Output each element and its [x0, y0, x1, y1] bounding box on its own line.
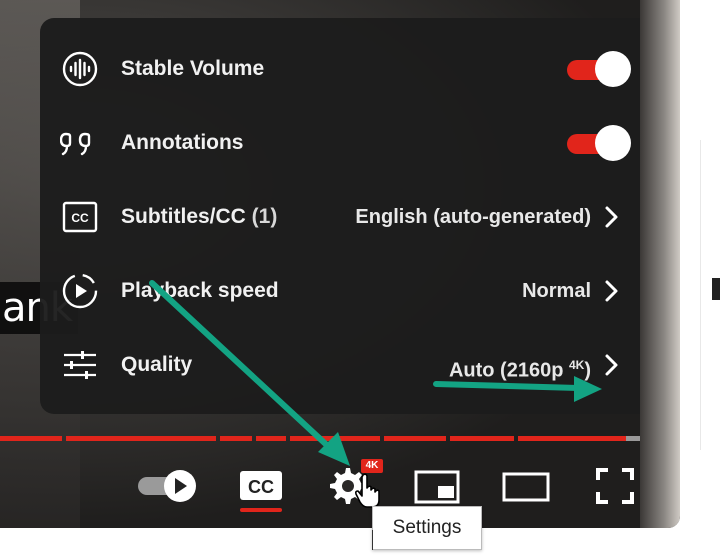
divider	[700, 140, 701, 450]
chevron-right-icon	[605, 280, 618, 302]
stable-volume-toggle[interactable]	[567, 51, 631, 87]
cc-icon-text: CC	[248, 477, 274, 497]
menu-item-playback-speed[interactable]: Playback speed Normal	[40, 254, 659, 328]
autoplay-toggle-icon[interactable]	[136, 468, 200, 504]
progress-chapter	[384, 436, 446, 441]
menu-item-label: Subtitles/CC (1)	[121, 205, 278, 228]
chevron-right-icon	[605, 206, 618, 228]
cursor-line	[372, 530, 373, 550]
miniplayer-icon[interactable]	[414, 470, 460, 504]
annotations-toggle[interactable]	[567, 125, 631, 161]
quality-icon	[60, 346, 100, 384]
subtitle-track-count: (1)	[245, 205, 278, 228]
edge-fragment	[712, 278, 720, 300]
progress-unplayed	[626, 436, 658, 441]
progress-chapter	[0, 436, 62, 441]
menu-item-label: Quality	[121, 353, 193, 376]
fullscreen-icon[interactable]	[596, 468, 634, 504]
menu-item-label: Playback speed	[121, 279, 279, 302]
toggle-knob	[595, 51, 631, 87]
menu-item-value: English (auto-generated)	[355, 206, 591, 228]
menu-item-stable-volume[interactable]: Stable Volume	[40, 32, 659, 106]
menu-item-subtitles[interactable]: CC Subtitles/CC (1) English (auto-genera…	[40, 180, 659, 254]
subtitles-icon: CC	[60, 198, 100, 236]
settings-menu: Stable Volume Annotations CC Subtitles/C…	[40, 18, 659, 414]
chevron-right-icon	[605, 354, 618, 376]
progress-chapter	[290, 436, 380, 441]
stable-volume-icon	[60, 50, 100, 88]
menu-item-label: Stable Volume	[121, 57, 265, 80]
cc-active-indicator	[240, 508, 282, 512]
quality-badge: 4K	[361, 459, 383, 473]
progress-bar[interactable]	[0, 436, 658, 441]
progress-chapter	[66, 436, 216, 441]
progress-chapter	[450, 436, 514, 441]
annotations-icon	[60, 124, 100, 162]
menu-item-value: Normal	[522, 280, 591, 302]
progress-chapter	[256, 436, 286, 441]
toggle-knob	[595, 125, 631, 161]
menu-item-quality[interactable]: Quality Auto (2160p 4K)	[40, 328, 659, 402]
svg-text:CC: CC	[71, 211, 89, 225]
menu-item-annotations[interactable]: Annotations	[40, 106, 659, 180]
cc-icon[interactable]: CC	[238, 470, 284, 502]
theater-mode-icon[interactable]	[502, 472, 550, 502]
playback-speed-icon	[60, 272, 100, 310]
video-frame[interactable]: ank Stable Volume Annotations CC Subtitl…	[0, 0, 680, 528]
quality-4k-superscript: 4K	[568, 358, 585, 372]
menu-item-value: Auto (2160p 4K)	[448, 358, 591, 382]
progress-chapter	[220, 436, 252, 441]
progress-chapter	[518, 436, 626, 441]
menu-item-label: Annotations	[121, 131, 244, 154]
hand-cursor-icon	[354, 473, 380, 508]
settings-tooltip: Settings	[372, 506, 482, 550]
